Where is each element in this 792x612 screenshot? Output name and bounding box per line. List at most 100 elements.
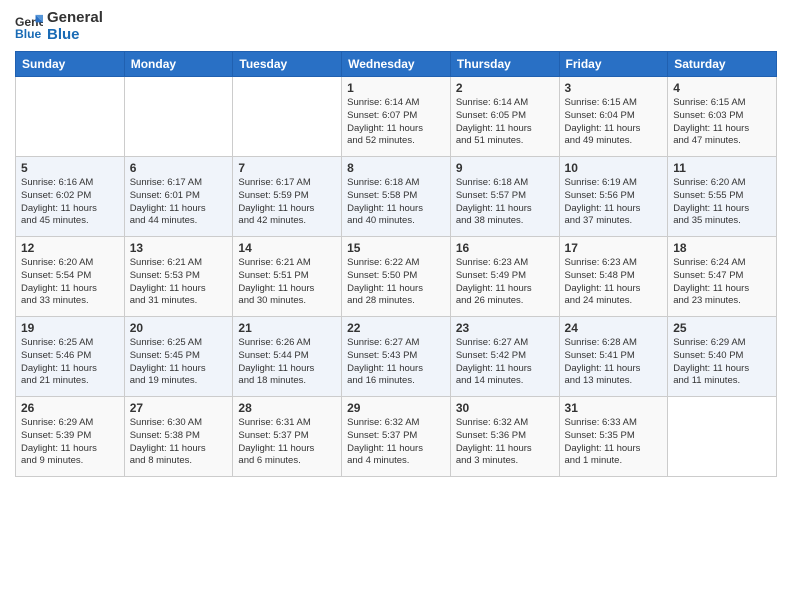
empty-cell [124,77,233,157]
day-number: 28 [238,401,336,415]
day-cell-9: 9Sunrise: 6:18 AM Sunset: 5:57 PM Daylig… [450,157,559,237]
logo-text-general: General [47,10,103,27]
weekday-header-sunday: Sunday [16,52,125,77]
day-info: Sunrise: 6:25 AM Sunset: 5:45 PM Dayligh… [130,337,228,388]
calendar-table: SundayMondayTuesdayWednesdayThursdayFrid… [15,51,777,477]
day-info: Sunrise: 6:27 AM Sunset: 5:42 PM Dayligh… [456,337,554,388]
logo-icon: General Blue [15,13,43,41]
day-info: Sunrise: 6:31 AM Sunset: 5:37 PM Dayligh… [238,417,336,468]
day-number: 27 [130,401,228,415]
day-number: 5 [21,161,119,175]
day-cell-27: 27 Sunrise: 6:30 AM Sunset: 5:38 PM Dayli… [124,397,233,477]
day-number: 7 [238,161,336,175]
day-cell-15: 15Sunrise: 6:22 AM Sunset: 5:50 PM Dayli… [342,237,451,317]
day-info: Sunrise: 6:18 AM Sunset: 5:58 PM Dayligh… [347,177,445,228]
day-cell-19: 19Sunrise: 6:25 AM Sunset: 5:46 PM Dayli… [16,317,125,397]
day-cell-3: 3 Sunrise: 6:15 AM Sunset: 6:04 PM Daylig… [559,77,668,157]
day-cell-2: 2Sunrise: 6:14 AM Sunset: 6:05 PM Daylig… [450,77,559,157]
svg-text:Blue: Blue [15,27,42,41]
day-info: Sunrise: 6:33 AM Sunset: 5:35 PM Dayligh… [565,417,663,468]
day-info: Sunrise: 6:30 AM Sunset: 5:38 PM Dayligh… [130,417,228,468]
page: General Blue General Blue SundayMondayTu… [0,0,792,612]
day-info: Sunrise: 6:15 AM Sunset: 6:04 PM Dayligh… [565,97,663,148]
day-number: 24 [565,321,663,335]
day-cell-30: 30 Sunrise: 6:32 AM Sunset: 5:36 PM Dayli… [450,397,559,477]
day-info: Sunrise: 6:22 AM Sunset: 5:50 PM Dayligh… [347,257,445,308]
day-number: 20 [130,321,228,335]
day-number: 25 [673,321,771,335]
day-info: Sunrise: 6:21 AM Sunset: 5:51 PM Dayligh… [238,257,336,308]
week-row-3: 12 Sunrise: 6:20 AM Sunset: 5:54 PM Dayli… [16,237,777,317]
day-number: 26 [21,401,119,415]
weekday-header-wednesday: Wednesday [342,52,451,77]
day-cell-5: 5 Sunrise: 6:16 AM Sunset: 6:02 PM Daylig… [16,157,125,237]
day-number: 1 [347,81,445,95]
day-info: Sunrise: 6:19 AM Sunset: 5:56 PM Dayligh… [565,177,663,228]
logo-text-blue: Blue [47,27,103,44]
empty-cell [233,77,342,157]
day-number: 14 [238,241,336,255]
day-info: Sunrise: 6:17 AM Sunset: 6:01 PM Dayligh… [130,177,228,228]
day-info: Sunrise: 6:23 AM Sunset: 5:48 PM Dayligh… [565,257,663,308]
day-cell-13: 13 Sunrise: 6:21 AM Sunset: 5:53 PM Dayli… [124,237,233,317]
day-number: 9 [456,161,554,175]
day-cell-16: 16 Sunrise: 6:23 AM Sunset: 5:49 PM Dayli… [450,237,559,317]
day-cell-18: 18 Sunrise: 6:24 AM Sunset: 5:47 PM Dayli… [668,237,777,317]
day-info: Sunrise: 6:24 AM Sunset: 5:47 PM Dayligh… [673,257,771,308]
day-number: 13 [130,241,228,255]
day-cell-31: 31Sunrise: 6:33 AM Sunset: 5:35 PM Dayli… [559,397,668,477]
day-cell-25: 25 Sunrise: 6:29 AM Sunset: 5:40 PM Dayli… [668,317,777,397]
day-cell-23: 23 Sunrise: 6:27 AM Sunset: 5:42 PM Dayli… [450,317,559,397]
weekday-header-tuesday: Tuesday [233,52,342,77]
day-info: Sunrise: 6:20 AM Sunset: 5:55 PM Dayligh… [673,177,771,228]
logo: General Blue General Blue [15,10,103,43]
day-cell-1: 1 Sunrise: 6:14 AM Sunset: 6:07 PM Daylig… [342,77,451,157]
day-number: 22 [347,321,445,335]
day-info: Sunrise: 6:28 AM Sunset: 5:41 PM Dayligh… [565,337,663,388]
day-cell-22: 22 Sunrise: 6:27 AM Sunset: 5:43 PM Dayli… [342,317,451,397]
day-cell-7: 7 Sunrise: 6:17 AM Sunset: 5:59 PM Daylig… [233,157,342,237]
day-number: 11 [673,161,771,175]
weekday-header-thursday: Thursday [450,52,559,77]
week-row-2: 5 Sunrise: 6:16 AM Sunset: 6:02 PM Daylig… [16,157,777,237]
day-info: Sunrise: 6:20 AM Sunset: 5:54 PM Dayligh… [21,257,119,308]
day-info: Sunrise: 6:21 AM Sunset: 5:53 PM Dayligh… [130,257,228,308]
day-info: Sunrise: 6:15 AM Sunset: 6:03 PM Dayligh… [673,97,771,148]
day-number: 19 [21,321,119,335]
header: General Blue General Blue [15,10,777,43]
day-cell-8: 8 Sunrise: 6:18 AM Sunset: 5:58 PM Daylig… [342,157,451,237]
day-cell-21: 21Sunrise: 6:26 AM Sunset: 5:44 PM Dayli… [233,317,342,397]
week-row-5: 26 Sunrise: 6:29 AM Sunset: 5:39 PM Dayli… [16,397,777,477]
week-row-1: 1 Sunrise: 6:14 AM Sunset: 6:07 PM Daylig… [16,77,777,157]
day-number: 29 [347,401,445,415]
weekday-header-friday: Friday [559,52,668,77]
day-info: Sunrise: 6:17 AM Sunset: 5:59 PM Dayligh… [238,177,336,228]
day-cell-26: 26 Sunrise: 6:29 AM Sunset: 5:39 PM Dayli… [16,397,125,477]
day-cell-11: 11 Sunrise: 6:20 AM Sunset: 5:55 PM Dayli… [668,157,777,237]
day-info: Sunrise: 6:16 AM Sunset: 6:02 PM Dayligh… [21,177,119,228]
day-info: Sunrise: 6:29 AM Sunset: 5:39 PM Dayligh… [21,417,119,468]
day-number: 8 [347,161,445,175]
day-number: 12 [21,241,119,255]
day-number: 30 [456,401,554,415]
empty-cell [668,397,777,477]
day-number: 16 [456,241,554,255]
day-cell-28: 28 Sunrise: 6:31 AM Sunset: 5:37 PM Dayli… [233,397,342,477]
day-info: Sunrise: 6:14 AM Sunset: 6:07 PM Dayligh… [347,97,445,148]
day-number: 2 [456,81,554,95]
day-number: 21 [238,321,336,335]
day-info: Sunrise: 6:29 AM Sunset: 5:40 PM Dayligh… [673,337,771,388]
day-cell-10: 10Sunrise: 6:19 AM Sunset: 5:56 PM Dayli… [559,157,668,237]
day-cell-6: 6Sunrise: 6:17 AM Sunset: 6:01 PM Daylig… [124,157,233,237]
day-number: 3 [565,81,663,95]
day-number: 23 [456,321,554,335]
week-row-4: 19Sunrise: 6:25 AM Sunset: 5:46 PM Dayli… [16,317,777,397]
day-cell-17: 17Sunrise: 6:23 AM Sunset: 5:48 PM Dayli… [559,237,668,317]
day-number: 18 [673,241,771,255]
empty-cell [16,77,125,157]
day-info: Sunrise: 6:32 AM Sunset: 5:36 PM Dayligh… [456,417,554,468]
day-info: Sunrise: 6:23 AM Sunset: 5:49 PM Dayligh… [456,257,554,308]
day-number: 4 [673,81,771,95]
day-info: Sunrise: 6:27 AM Sunset: 5:43 PM Dayligh… [347,337,445,388]
day-cell-29: 29Sunrise: 6:32 AM Sunset: 5:37 PM Dayli… [342,397,451,477]
